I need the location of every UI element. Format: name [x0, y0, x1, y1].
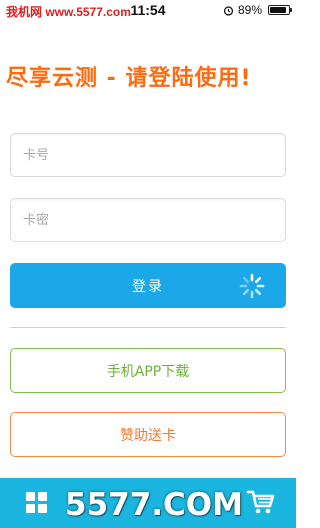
cart-icon[interactable]	[246, 487, 276, 517]
status-right: 89%	[223, 3, 292, 17]
battery-fill	[270, 7, 287, 13]
watermark-text: 5577.COM	[65, 487, 244, 523]
watermark-logo: 5577.COM	[65, 483, 244, 527]
download-app-label: 手机APP下载	[106, 363, 190, 380]
loading-spinner-icon	[239, 273, 265, 299]
login-button-label: 登录	[132, 278, 164, 295]
status-bar: 我机网 www.5577.com 11:54 89%	[0, 0, 296, 22]
grid-icon[interactable]	[26, 492, 48, 514]
card-password-input[interactable]	[11, 199, 285, 241]
sponsor-card-button[interactable]: 赞助送卡	[10, 412, 286, 457]
login-button[interactable]: 登录	[10, 263, 286, 308]
divider	[10, 327, 286, 328]
card-password-field[interactable]	[10, 198, 286, 242]
sponsor-card-label: 赞助送卡	[120, 427, 176, 444]
download-app-button[interactable]: 手机APP下载	[10, 348, 286, 393]
card-number-input[interactable]	[11, 134, 285, 176]
battery-percent: 89%	[237, 3, 262, 17]
alarm-icon	[223, 5, 234, 16]
page-title: 尽享云测 - 请登陆使用!	[6, 66, 252, 91]
battery-icon	[268, 5, 292, 15]
card-number-field[interactable]	[10, 133, 286, 177]
